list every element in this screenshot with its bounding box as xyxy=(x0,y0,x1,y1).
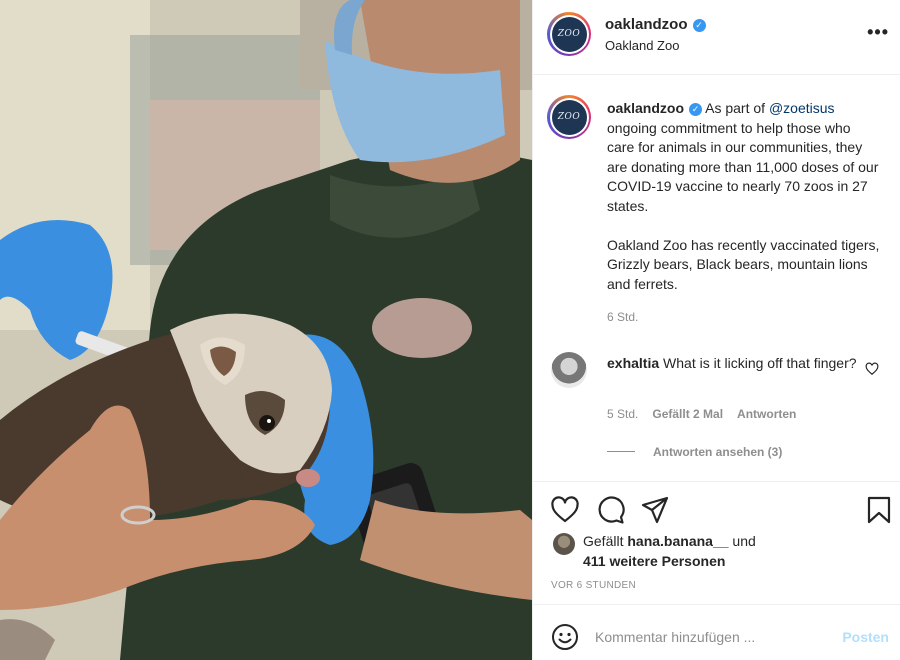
comment-like-heart-icon[interactable] xyxy=(865,362,879,376)
send-paper-plane-icon[interactable] xyxy=(640,495,670,525)
post-header: ZOO oaklandzoo ✓ Oakland Zoo ••• xyxy=(533,0,900,75)
caption-part-1: As part of xyxy=(702,100,769,116)
post-details-panel: ZOO oaklandzoo ✓ Oakland Zoo ••• ZOO oakl… xyxy=(532,0,900,660)
post-photo[interactable] xyxy=(0,0,532,660)
verified-badge-icon: ✓ xyxy=(689,103,703,116)
caption-mention-link[interactable]: @zoetisus xyxy=(769,100,835,116)
liker-avatar[interactable] xyxy=(553,533,575,555)
comment-body: What is it licking off that finger? xyxy=(659,355,857,371)
caption-paragraph-2: Oakland Zoo has recently vaccinated tige… xyxy=(607,236,880,292)
commenter-avatar[interactable] xyxy=(551,352,587,388)
ferret-vaccination-photo xyxy=(0,0,532,660)
comment-likes-count[interactable]: Gefällt 2 Mal xyxy=(652,407,723,421)
caption-author-avatar[interactable]: ZOO xyxy=(547,95,591,139)
zoo-logo-icon: ZOO xyxy=(551,99,587,135)
commenter-username[interactable]: exhaltia xyxy=(607,355,659,371)
zoo-logo-icon: ZOO xyxy=(551,16,587,52)
caption-part-2: ongoing commitment to help those who car… xyxy=(607,119,879,214)
author-username-text[interactable]: oaklandzoo xyxy=(605,16,688,33)
post-comment-button[interactable]: Posten xyxy=(842,629,889,645)
author-username[interactable]: oaklandzoo ✓ xyxy=(605,16,706,33)
post-actions-bar xyxy=(533,481,900,537)
author-avatar[interactable]: ZOO xyxy=(547,12,591,56)
post-location[interactable]: Oakland Zoo xyxy=(605,38,679,53)
comment-reply-button[interactable]: Antworten xyxy=(737,407,796,421)
emoji-icon[interactable] xyxy=(551,623,579,651)
likes-suffix: und xyxy=(728,533,756,549)
liker-username[interactable]: hana.banana__ xyxy=(627,533,728,549)
caption-text: oaklandzoo ✓ As part of @zoetisus ongoing… xyxy=(607,99,881,294)
comment-meta: 5 Std. Gefällt 2 Mal Antworten xyxy=(607,407,796,421)
comment-text: exhaltia What is it licking off that fin… xyxy=(607,354,865,374)
likes-others-link[interactable]: 411 weitere Personen xyxy=(583,552,725,572)
more-options-icon[interactable]: ••• xyxy=(867,22,889,43)
caption-timestamp[interactable]: 6 Std. xyxy=(607,310,638,324)
view-replies-label[interactable]: Antworten ansehen (3) xyxy=(653,445,782,459)
replies-divider xyxy=(607,451,635,452)
comment-input[interactable] xyxy=(595,623,825,651)
comment-timestamp[interactable]: 5 Std. xyxy=(607,407,638,421)
comment-bubble-icon[interactable] xyxy=(595,495,625,525)
add-comment-bar: Posten xyxy=(533,604,900,660)
bookmark-icon[interactable] xyxy=(864,495,894,525)
view-replies-button[interactable]: Antworten ansehen (3) xyxy=(607,445,782,459)
verified-badge-icon: ✓ xyxy=(692,19,706,32)
caption-username[interactable]: oaklandzoo xyxy=(607,100,684,116)
heart-icon[interactable] xyxy=(550,495,580,525)
likes-prefix: Gefällt xyxy=(583,533,628,549)
post-timestamp[interactable]: VOR 6 STUNDEN xyxy=(551,580,636,591)
